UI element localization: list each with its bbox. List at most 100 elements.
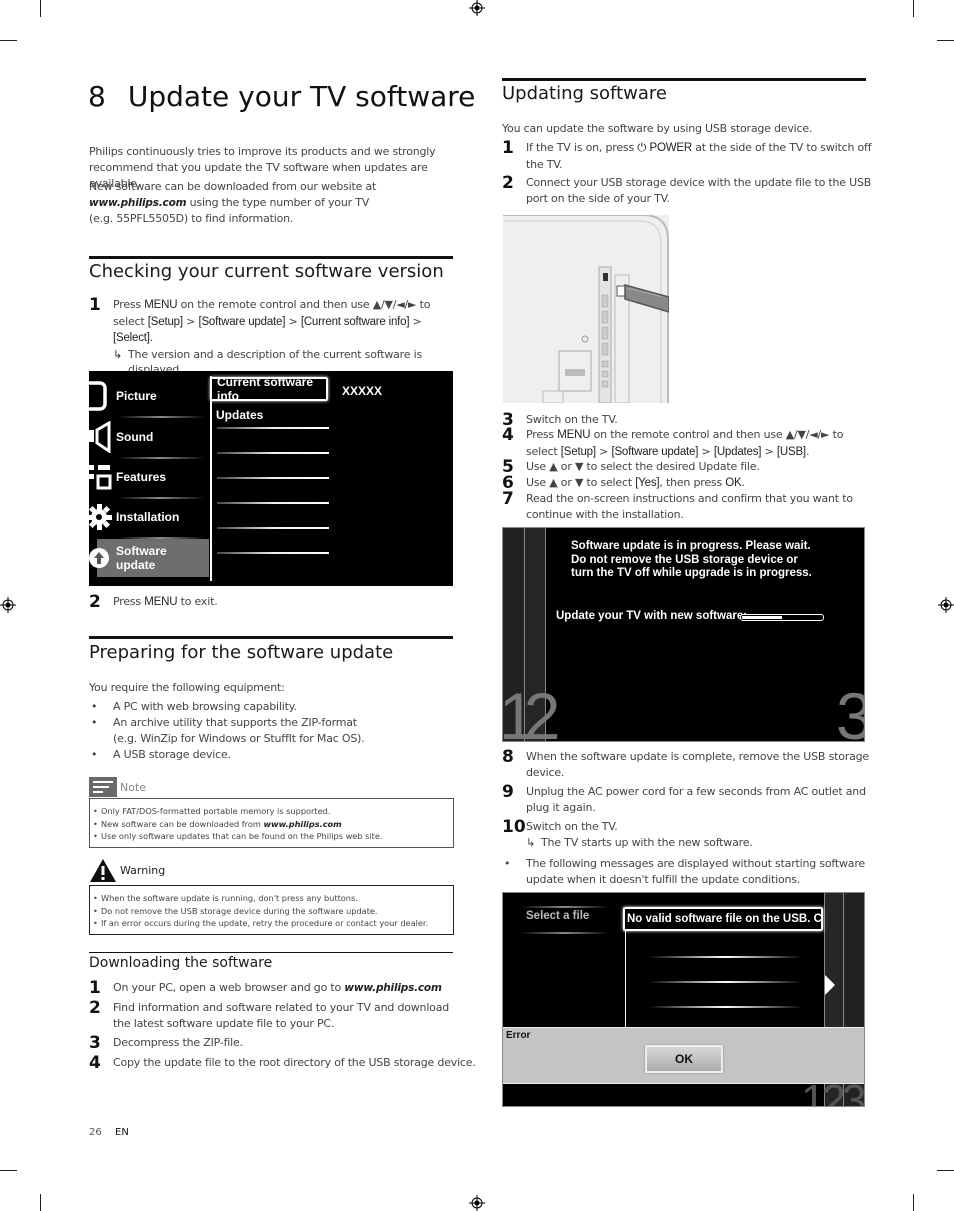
- result-arrow-icon: ↳: [526, 835, 536, 849]
- note-item: • Use only software updates that can be f…: [93, 831, 383, 841]
- chapter-number: 8: [88, 80, 106, 113]
- website-link[interactable]: www.philips.com: [263, 819, 341, 829]
- tv-menu-item-installation: Installation: [89, 497, 209, 537]
- update-step-7: 7 Read the on-screen instructions and co…: [502, 489, 853, 521]
- tv-submenu-separator: [217, 527, 329, 529]
- list-item: • A PC with web browsing capability.: [91, 700, 297, 713]
- result-line: ↳ The TV starts up with the new software.: [526, 835, 753, 849]
- preparing-intro: You require the following equipment:: [89, 681, 285, 694]
- update-step-1: 1 If the TV is on, press ⏻ POWER at the …: [502, 138, 872, 171]
- subsection-title-downloading: Downloading the software: [89, 955, 273, 971]
- update-step-5: 5 Use ▲ or ▼ to select the desired Updat…: [502, 457, 760, 477]
- subsection-rule: [89, 952, 453, 953]
- download-step-1: 1 On your PC, open a web browser and go …: [89, 978, 442, 998]
- progress-label: Update your TV with new software:: [556, 610, 748, 622]
- submenu-separator: [648, 1006, 803, 1008]
- tv-menu-divider: [210, 376, 212, 581]
- website-link[interactable]: www.philips.com: [344, 982, 442, 994]
- power-icon: ⏻: [637, 142, 647, 154]
- registration-mark-icon: [469, 1195, 485, 1211]
- progress-message: Software update is in progress. Please w…: [571, 540, 812, 579]
- tv-submenu-separator: [217, 452, 329, 454]
- crop-mark: [937, 1170, 954, 1171]
- tv-submenu-separator: [217, 502, 329, 504]
- submenu-separator: [648, 956, 803, 958]
- website-link[interactable]: www.philips.com: [89, 197, 187, 209]
- crop-mark: [937, 40, 954, 41]
- installation-icon: [89, 504, 112, 530]
- checking-step-1: 1 Press MENU on the remote control and t…: [89, 297, 459, 378]
- tv-submenu-separator: [217, 477, 329, 479]
- progress-bar: [740, 614, 824, 621]
- update-step-9: 9 Unplug the AC power cord for a few sec…: [502, 782, 866, 814]
- tv-submenu-current-software-info: Current software info: [210, 375, 328, 403]
- chapter-title: 8 Update your TV software: [88, 80, 475, 113]
- tv-submenu-updates: Updates: [216, 408, 264, 422]
- download-step-2: 2 Find information and software related …: [89, 998, 450, 1030]
- menu-divider: [625, 931, 626, 1027]
- tv-submenu-separator: [217, 427, 329, 429]
- tv-menu-item-picture: Picture: [89, 376, 209, 416]
- crop-mark: [913, 1194, 914, 1211]
- section-rule: [502, 78, 866, 81]
- note-box: • Only FAT/DOS-formatted portable memory …: [89, 798, 454, 848]
- background-number: 12: [502, 679, 561, 742]
- registration-mark-icon: [938, 597, 954, 613]
- tv-menu-item-features: Features: [89, 457, 209, 497]
- crop-mark: [0, 40, 17, 41]
- ok-button[interactable]: OK: [645, 1045, 723, 1073]
- intro-paragraph-2: New software can be downloaded from our …: [89, 180, 377, 225]
- update-step-3: 3 Switch on the TV.: [502, 410, 618, 430]
- crop-mark: [40, 1194, 41, 1211]
- update-step-6: 6 Use ▲ or ▼ to select [Yes], then press…: [502, 473, 745, 493]
- warning-item: • When the software update is running, do…: [93, 893, 358, 903]
- warning-item: • If an error occurs during the update, r…: [93, 918, 429, 928]
- checking-step-2: 2 Press MENU to exit.: [89, 592, 218, 612]
- download-step-3: 3 Decompress the ZIP-file.: [89, 1033, 243, 1053]
- background-number: 3: [836, 678, 864, 741]
- crop-mark: [0, 1170, 17, 1171]
- language-code: EN: [115, 1127, 129, 1138]
- error-title: Error: [506, 1030, 531, 1041]
- warning-box: • When the software update is running, do…: [89, 885, 454, 935]
- section-rule: [89, 256, 453, 259]
- select-file-label: Select a file: [526, 910, 590, 922]
- update-step-2: 2 Connect your USB storage device with t…: [502, 173, 872, 205]
- warning-icon: [89, 857, 117, 884]
- chevron-right-icon: [825, 975, 835, 995]
- section-title-checking: Checking your current software version: [89, 261, 444, 282]
- tv-update-progress-screenshot: 12 3 Software update is in progress. Ple…: [502, 527, 865, 742]
- list-item: • The following messages are displayed wi…: [504, 857, 865, 886]
- note-header: Note: [89, 777, 146, 797]
- note-item: • New software can be downloaded from www…: [93, 818, 342, 829]
- list-item: • An archive utility that supports the ZI…: [91, 716, 357, 729]
- progress-bar-fill: [742, 616, 782, 619]
- warning-header: Warning: [89, 857, 165, 884]
- tv-menu-item-software-update: Software update: [89, 539, 209, 577]
- tv-error-screenshot: Select a file No valid software file on …: [502, 892, 865, 1107]
- menu-separator: [520, 932, 610, 934]
- list-item-continuation: (e.g. WinZip for Windows or StuffIt for …: [113, 732, 365, 745]
- crop-mark: [40, 0, 41, 17]
- picture-icon: [89, 381, 107, 411]
- warning-item: • Do not remove the USB storage device du…: [93, 905, 378, 916]
- section-rule: [89, 636, 453, 639]
- tv-menu-screenshot: Picture Sound Features Installation Soft…: [89, 371, 453, 586]
- features-icon: [89, 465, 112, 490]
- update-step-4: 4 Press MENU on the remote control and t…: [502, 425, 844, 458]
- section-title-preparing: Preparing for the software update: [89, 642, 394, 663]
- tv-submenu-separator: [217, 552, 329, 554]
- tv-menu-item-sound: Sound: [89, 417, 209, 457]
- update-step-8: 8 When the software update is complete, …: [502, 747, 869, 779]
- registration-mark-icon: [0, 597, 16, 613]
- tv-software-version-value: XXXXX: [342, 384, 383, 398]
- section-title-updating: Updating software: [502, 83, 667, 104]
- registration-mark-icon: [469, 0, 485, 16]
- list-item: • A USB storage device.: [91, 748, 231, 761]
- download-step-4: 4 Copy the update file to the root direc…: [89, 1053, 476, 1073]
- submenu-separator: [648, 981, 803, 983]
- note-item: • Only FAT/DOS-formatted portable memory …: [93, 806, 331, 816]
- error-message-field: No valid software file on the USB. Chec: [623, 907, 823, 931]
- sound-icon: [89, 421, 111, 453]
- note-icon: [89, 777, 117, 797]
